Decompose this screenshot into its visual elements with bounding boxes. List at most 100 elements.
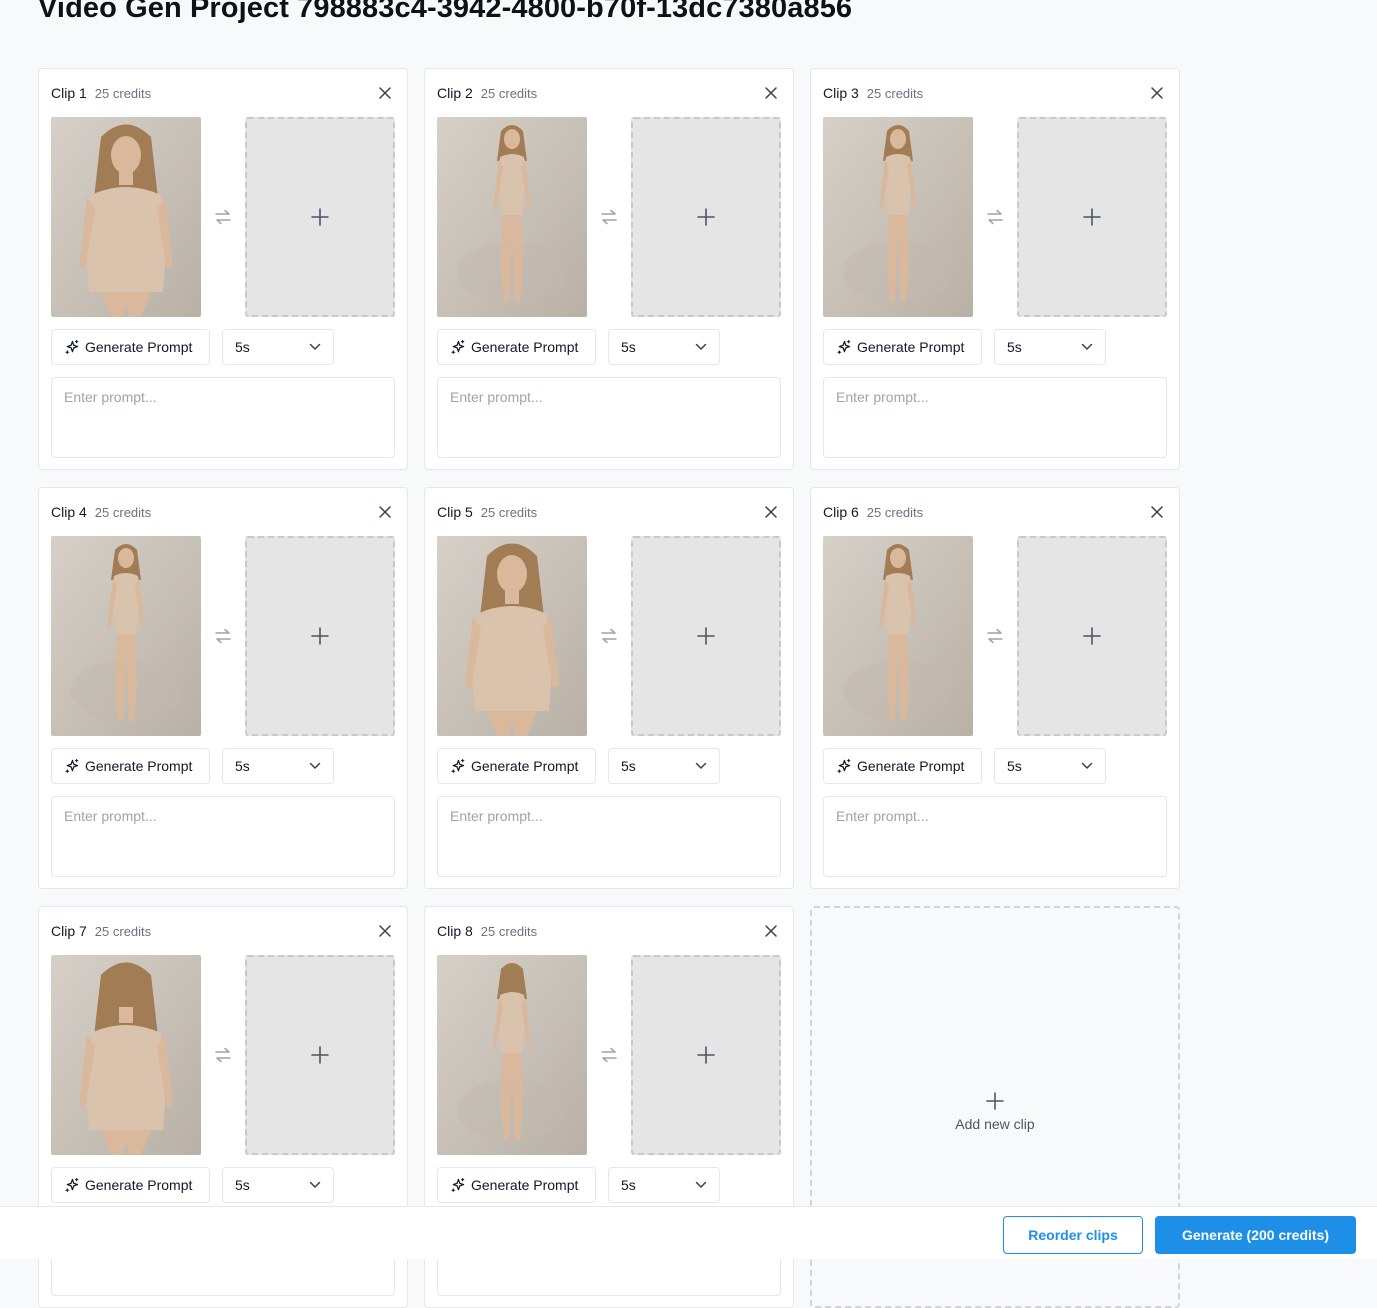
- prompt-input[interactable]: [823, 796, 1167, 877]
- duration-select[interactable]: 5s: [608, 329, 720, 365]
- remove-clip-button[interactable]: [375, 921, 395, 941]
- swap-icon: [987, 209, 1003, 225]
- close-icon: [379, 925, 391, 937]
- swap-frames-button[interactable]: [211, 626, 235, 646]
- duration-value: 5s: [621, 1177, 636, 1193]
- close-icon: [765, 87, 777, 99]
- close-icon: [765, 506, 777, 518]
- swap-frames-button[interactable]: [983, 626, 1007, 646]
- generate-prompt-button[interactable]: Generate Prompt: [823, 748, 982, 784]
- clip-credits: 25 credits: [480, 504, 538, 520]
- generate-prompt-button[interactable]: Generate Prompt: [823, 329, 982, 365]
- plus-icon: [311, 1046, 329, 1064]
- generate-prompt-label: Generate Prompt: [471, 339, 579, 355]
- generate-prompt-label: Generate Prompt: [471, 758, 579, 774]
- sparkles-icon: [836, 339, 851, 355]
- clip-card: Clip 5 25 credits Generate Prompt 5s Ent…: [424, 487, 794, 889]
- start-frame-image[interactable]: [51, 117, 201, 317]
- duration-select[interactable]: 5s: [222, 329, 334, 365]
- remove-clip-button[interactable]: [761, 502, 781, 522]
- generate-prompt-button[interactable]: Generate Prompt: [51, 1167, 210, 1203]
- reorder-clips-button[interactable]: Reorder clips: [1003, 1216, 1143, 1254]
- generate-prompt-label: Generate Prompt: [85, 339, 193, 355]
- start-frame-image[interactable]: [437, 955, 587, 1155]
- start-frame-image[interactable]: [437, 536, 587, 736]
- model-photo: [51, 955, 201, 1155]
- generate-prompt-label: Generate Prompt: [85, 1177, 193, 1193]
- plus-icon: [311, 627, 329, 645]
- chevron-down-icon: [695, 343, 707, 350]
- prompt-input[interactable]: [437, 377, 781, 458]
- generate-prompt-button[interactable]: Generate Prompt: [51, 329, 210, 365]
- prompt-input[interactable]: [51, 377, 395, 458]
- remove-clip-button[interactable]: [1147, 502, 1167, 522]
- add-new-clip-label: Add new clip: [955, 1116, 1035, 1132]
- model-photo: [437, 955, 587, 1155]
- chevron-down-icon: [309, 762, 321, 769]
- clip-card: Clip 1 25 credits Generate Prompt 5s Ent…: [38, 68, 408, 470]
- generate-prompt-button[interactable]: Generate Prompt: [437, 329, 596, 365]
- prompt-input[interactable]: [437, 796, 781, 877]
- swap-icon: [601, 209, 617, 225]
- swap-frames-button[interactable]: [983, 207, 1007, 227]
- sparkles-icon: [450, 1177, 465, 1193]
- swap-icon: [215, 1047, 231, 1063]
- swap-icon: [215, 209, 231, 225]
- end-frame-upload[interactable]: [1017, 536, 1167, 736]
- duration-select[interactable]: 5s: [222, 748, 334, 784]
- duration-select[interactable]: 5s: [608, 748, 720, 784]
- prompt-input[interactable]: [823, 377, 1167, 458]
- duration-select[interactable]: 5s: [608, 1167, 720, 1203]
- swap-frames-button[interactable]: [211, 207, 235, 227]
- generate-button[interactable]: Generate (200 credits): [1155, 1216, 1356, 1254]
- remove-clip-button[interactable]: [761, 921, 781, 941]
- start-frame-image[interactable]: [51, 955, 201, 1155]
- end-frame-upload[interactable]: [631, 117, 781, 317]
- duration-select[interactable]: 5s: [222, 1167, 334, 1203]
- remove-clip-button[interactable]: [1147, 83, 1167, 103]
- end-frame-upload[interactable]: [245, 117, 395, 317]
- end-frame-upload[interactable]: [245, 536, 395, 736]
- chevron-down-icon: [1081, 762, 1093, 769]
- remove-clip-button[interactable]: [761, 83, 781, 103]
- swap-frames-button[interactable]: [597, 626, 621, 646]
- sparkles-icon: [450, 758, 465, 774]
- generate-prompt-label: Generate Prompt: [857, 758, 965, 774]
- clip-label: Clip 4: [51, 504, 87, 520]
- start-frame-image[interactable]: [437, 117, 587, 317]
- swap-frames-button[interactable]: [597, 1045, 621, 1065]
- swap-frames-button[interactable]: [597, 207, 621, 227]
- duration-select[interactable]: 5s: [994, 329, 1106, 365]
- plus-icon: [986, 1092, 1004, 1110]
- clip-header: Clip 8 25 credits: [437, 921, 781, 941]
- clip-header: Clip 1 25 credits: [51, 83, 395, 103]
- model-photo: [51, 536, 201, 736]
- clip-grid: Clip 1 25 credits Generate Prompt 5s Ent…: [38, 68, 1180, 1308]
- remove-clip-button[interactable]: [375, 83, 395, 103]
- end-frame-upload[interactable]: [1017, 117, 1167, 317]
- clip-header: Clip 7 25 credits: [51, 921, 395, 941]
- start-frame-image[interactable]: [823, 117, 973, 317]
- sparkles-icon: [64, 1177, 79, 1193]
- clip-label: Clip 1: [51, 85, 87, 101]
- generate-prompt-button[interactable]: Generate Prompt: [437, 1167, 596, 1203]
- swap-frames-button[interactable]: [211, 1045, 235, 1065]
- swap-icon: [601, 628, 617, 644]
- prompt-input[interactable]: [51, 796, 395, 877]
- generate-prompt-button[interactable]: Generate Prompt: [437, 748, 596, 784]
- clip-credits: 25 credits: [480, 923, 538, 939]
- clip-header: Clip 4 25 credits: [51, 502, 395, 522]
- plus-icon: [1083, 627, 1101, 645]
- clip-credits: 25 credits: [94, 85, 152, 101]
- remove-clip-button[interactable]: [375, 502, 395, 522]
- duration-select[interactable]: 5s: [994, 748, 1106, 784]
- chevron-down-icon: [695, 1181, 707, 1188]
- start-frame-image[interactable]: [823, 536, 973, 736]
- clip-label: Clip 7: [51, 923, 87, 939]
- generate-prompt-label: Generate Prompt: [471, 1177, 579, 1193]
- start-frame-image[interactable]: [51, 536, 201, 736]
- end-frame-upload[interactable]: [631, 536, 781, 736]
- end-frame-upload[interactable]: [245, 955, 395, 1155]
- end-frame-upload[interactable]: [631, 955, 781, 1155]
- generate-prompt-button[interactable]: Generate Prompt: [51, 748, 210, 784]
